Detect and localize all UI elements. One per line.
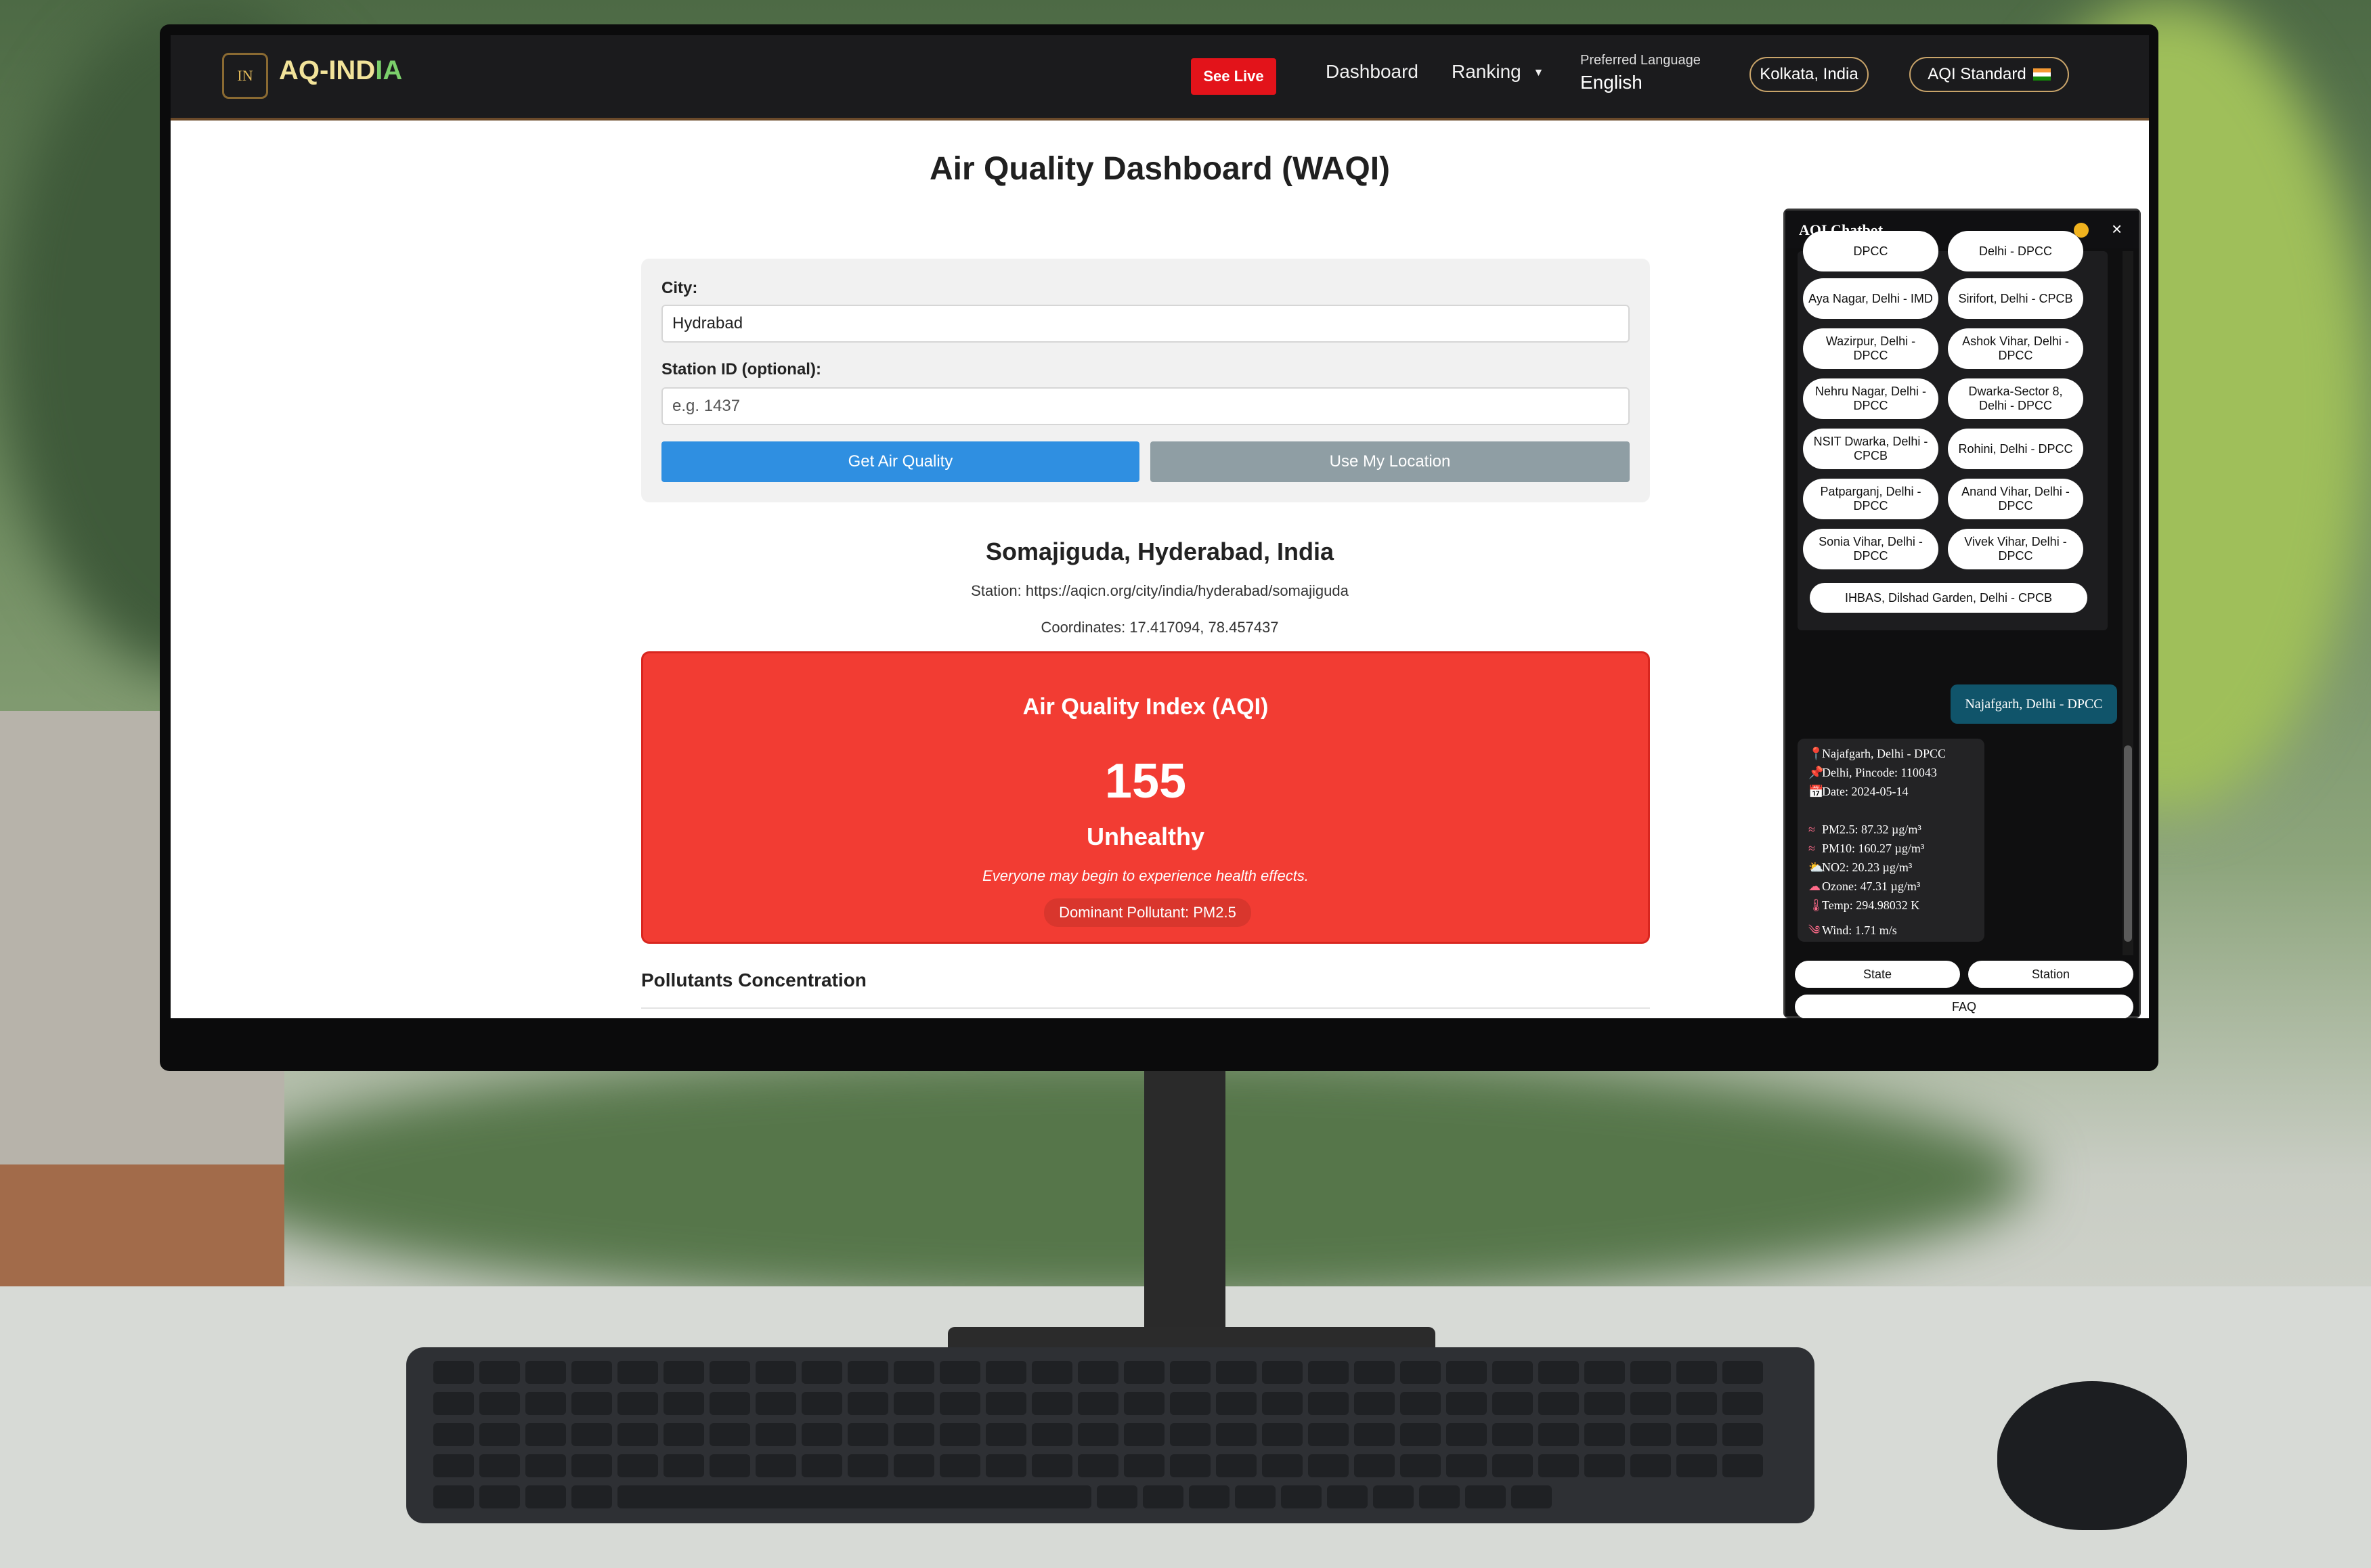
bot-line: ☁ Ozone: 47.31 µg/m³ — [1808, 879, 1920, 894]
bot-line-text: PM10: 160.27 µg/m³ — [1822, 842, 1925, 855]
bot-line: 📌Delhi, Pincode: 110043 — [1808, 766, 1937, 780]
station-option[interactable]: Sirifort, Delhi - CPCB — [1948, 278, 2083, 319]
bot-line: ⛅NO2: 20.23 µg/m³ — [1808, 861, 1912, 875]
bot-line-text: Temp: 294.98032 K — [1822, 898, 1920, 912]
city-input[interactable] — [661, 305, 1630, 343]
bot-line: ≈ PM2.5: 87.32 µg/m³ — [1808, 823, 1921, 837]
city-label: City: — [661, 279, 698, 297]
bot-line: 📅Date: 2024-05-14 — [1808, 785, 1908, 799]
bot-line: ༄ Wind: 1.71 m/s — [1808, 917, 1897, 951]
get-air-quality-button[interactable]: Get Air Quality — [661, 441, 1139, 482]
faq-quick-button[interactable]: FAQ — [1795, 995, 2133, 1018]
navbar: IN AQ-INDIA See Live Dashboard Ranking ▼… — [171, 35, 2149, 121]
station-option[interactable]: Delhi - DPCC — [1948, 231, 2083, 271]
wind-icon: ≈ — [1808, 842, 1815, 855]
station-option[interactable]: Patparganj, Delhi - DPCC — [1803, 479, 1938, 519]
station-option[interactable]: Wazirpur, Delhi - DPCC — [1803, 328, 1938, 369]
aqi-value: 155 — [1104, 754, 1187, 808]
bot-line: 📍Najafgarh, Delhi - DPCC — [1808, 747, 1946, 761]
logo-text-main: AQ-IND — [279, 56, 376, 85]
language-label: Preferred Language — [1580, 53, 1701, 68]
bot-line: 🌡Temp: 294.98032 K — [1808, 898, 1919, 913]
station-option[interactable]: Dwarka-Sector 8, Delhi - DPCC — [1948, 378, 2083, 419]
aqi-health-message: Everyone may begin to experience health … — [982, 867, 1309, 884]
station-option[interactable]: IHBAS, Dilshad Garden, Delhi - CPCB — [1810, 583, 2087, 613]
aqi-standard-label: AQI Standard — [1928, 65, 2026, 83]
station-option[interactable]: Ashok Vihar, Delhi - DPCC — [1948, 328, 2083, 369]
station-quick-button[interactable]: Station — [1968, 961, 2133, 988]
station-option[interactable]: Vivek Vihar, Delhi - DPCC — [1948, 529, 2083, 569]
browser-viewport: IN AQ-INDIA See Live Dashboard Ranking ▼… — [171, 35, 2149, 1018]
station-option[interactable]: Anand Vihar, Delhi - DPCC — [1948, 479, 2083, 519]
station-option[interactable]: Nehru Nagar, Delhi - DPCC — [1803, 378, 1938, 419]
station-option[interactable]: DPCC — [1803, 231, 1938, 271]
bot-line-text: PM2.5: 87.32 µg/m³ — [1822, 823, 1921, 836]
nav-ranking-dropdown[interactable]: Ranking ▼ — [1452, 61, 1544, 83]
bot-line-text: Delhi, Pincode: 110043 — [1822, 766, 1937, 779]
chat-scrollbar-thumb[interactable] — [2124, 745, 2132, 942]
calendar-icon: 📅 — [1808, 785, 1824, 798]
aqi-standard-pill[interactable]: AQI Standard — [1909, 57, 2069, 92]
station-id-label: Station ID (optional): — [661, 360, 821, 378]
thermometer-icon: 🌡 — [1808, 898, 1824, 912]
keyboard — [406, 1347, 1814, 1523]
chatbot-panel: AQI Chatbot × DPCC Delhi - DPCC Aya Naga… — [1783, 209, 2141, 1018]
wind-icon: ༄ — [1808, 923, 1821, 937]
divider — [641, 1007, 1650, 1009]
nav-ranking-label: Ranking — [1452, 61, 1521, 82]
wind-icon: ≈ — [1808, 823, 1815, 836]
india-flag-icon — [2032, 68, 2051, 81]
language-selector[interactable]: English — [1580, 72, 1643, 93]
user-message: Najafgarh, Delhi - DPCC — [1951, 684, 2117, 724]
monitor-stand — [1144, 1071, 1225, 1342]
bot-line: ≈ PM10: 160.27 µg/m³ — [1808, 842, 1924, 856]
bot-line-text: NO2: 20.23 µg/m³ — [1822, 861, 1913, 874]
logo-badge[interactable]: IN — [222, 53, 268, 99]
bot-message: 📍Najafgarh, Delhi - DPCC 📌Delhi, Pincode… — [1798, 739, 1984, 942]
station-option[interactable]: Sonia Vihar, Delhi - DPCC — [1803, 529, 1938, 569]
aqi-category: Unhealthy — [1086, 823, 1205, 850]
station-option[interactable]: Aya Nagar, Delhi - IMD — [1803, 278, 1938, 319]
search-form: City: Station ID (optional): Get Air Qua… — [641, 259, 1650, 502]
see-live-button[interactable]: See Live — [1191, 58, 1276, 95]
station-option[interactable]: Rohini, Delhi - DPCC — [1948, 429, 2083, 469]
bot-line-text: Najafgarh, Delhi - DPCC — [1822, 747, 1946, 760]
close-icon[interactable]: × — [2112, 219, 2122, 240]
location-pill[interactable]: Kolkata, India — [1749, 57, 1869, 92]
page-title: Air Quality Dashboard (WAQI) — [929, 151, 1391, 187]
station-option[interactable]: NSIT Dwarka, Delhi - CPCB — [1803, 429, 1938, 469]
nav-dashboard-link[interactable]: Dashboard — [1326, 61, 1418, 83]
dominant-pollutant-badge: Dominant Pollutant: PM2.5 — [1044, 898, 1251, 927]
bot-line-text: Date: 2024-05-14 — [1822, 785, 1909, 798]
station-id-input[interactable] — [661, 387, 1630, 425]
use-my-location-button[interactable]: Use My Location — [1150, 441, 1630, 482]
logo-text[interactable]: AQ-INDIA — [279, 56, 402, 86]
pollutants-heading: Pollutants Concentration — [641, 970, 867, 990]
aqi-card: Air Quality Index (AQI) 155 Unhealthy Ev… — [641, 651, 1650, 944]
cloud-icon: ☁ — [1808, 879, 1821, 893]
bot-line-text: Wind: 1.71 m/s — [1822, 923, 1897, 937]
bot-line-text: Ozone: 47.31 µg/m³ — [1822, 879, 1921, 893]
smog-icon: ⛅ — [1808, 861, 1824, 874]
state-quick-button[interactable]: State — [1795, 961, 1960, 988]
chevron-down-icon: ▼ — [1533, 66, 1544, 79]
logo-text-highlight: IA — [375, 56, 403, 85]
mouse — [1997, 1381, 2187, 1530]
aqi-heading: Air Quality Index (AQI) — [1022, 694, 1269, 720]
chat-quick-actions: State Station FAQ — [1785, 955, 2139, 1018]
pushpin-icon: 📌 — [1808, 766, 1824, 779]
pin-icon: 📍 — [1808, 747, 1824, 760]
foliage-blob — [203, 1049, 2031, 1307]
station-options-list: DPCC Delhi - DPCC Aya Nagar, Delhi - IMD… — [1798, 231, 2108, 630]
